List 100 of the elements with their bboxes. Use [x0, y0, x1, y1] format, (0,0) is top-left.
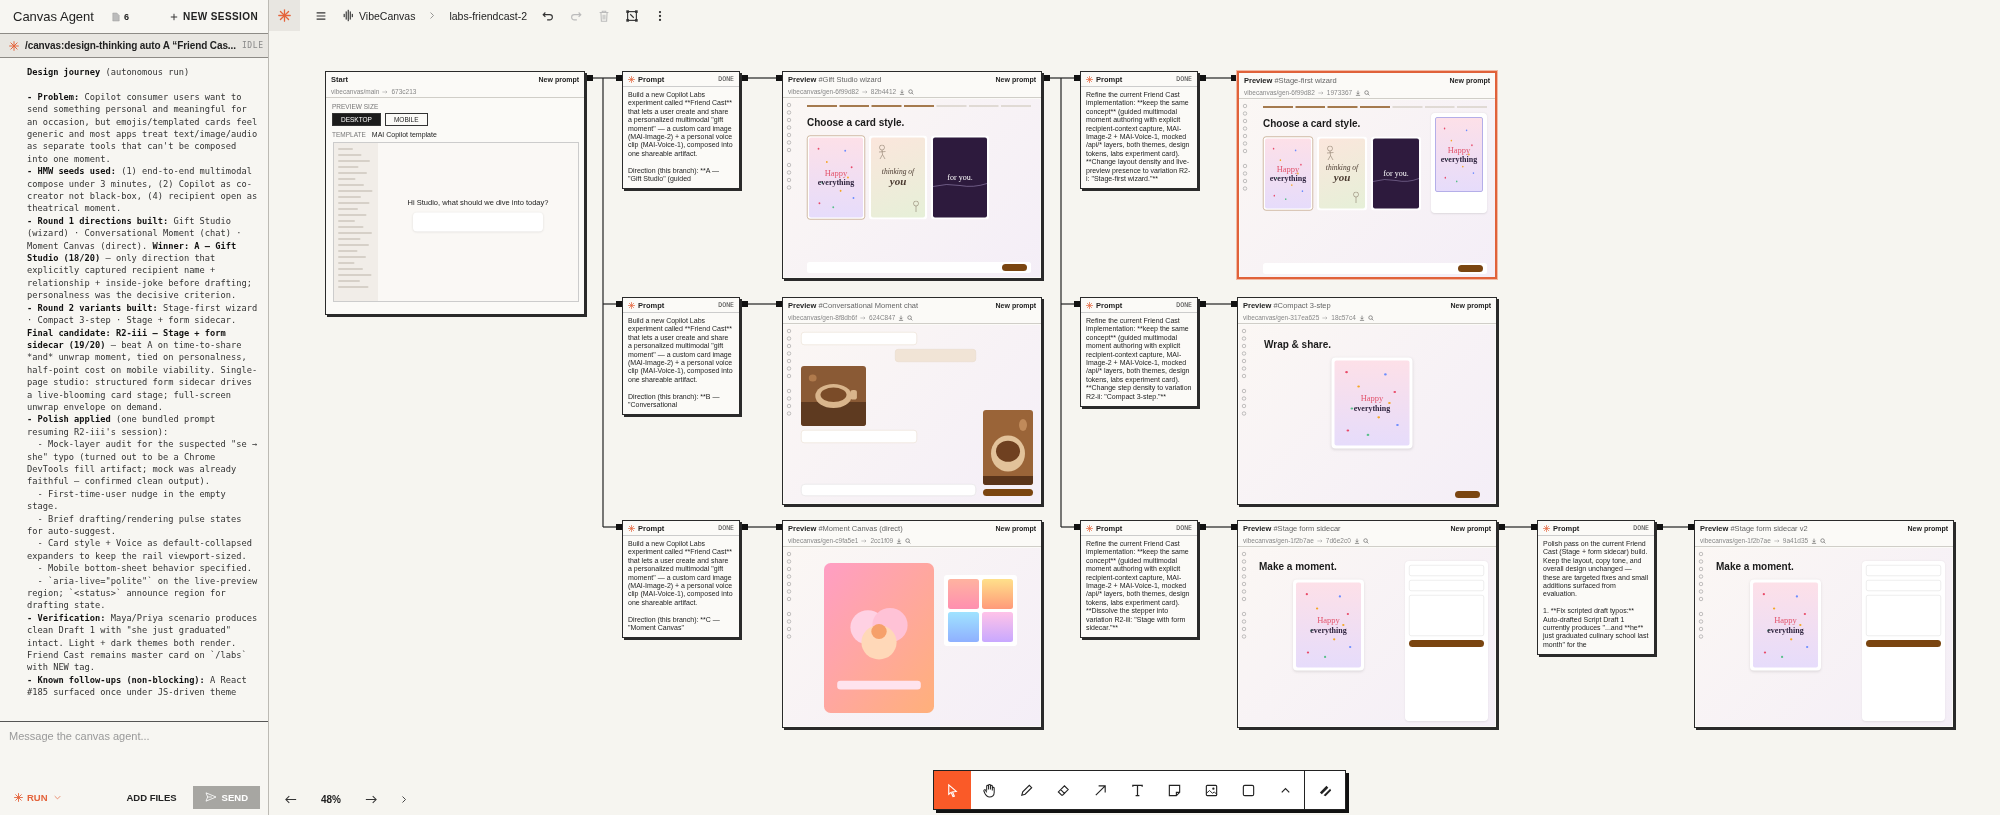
style-swatch[interactable]	[948, 579, 979, 609]
search-icon[interactable]	[1364, 89, 1371, 96]
connector-line	[1205, 303, 1232, 305]
hand-icon	[982, 782, 997, 798]
arrow-icon	[1773, 538, 1780, 543]
sparkle-icon	[628, 75, 635, 83]
zoom-level[interactable]: 48%	[321, 794, 341, 805]
sparkle-icon	[1086, 301, 1093, 309]
eraser-icon	[1056, 782, 1071, 798]
card-text: Happy	[1774, 615, 1797, 626]
text-tool-icon	[1130, 782, 1145, 798]
project-link[interactable]: VibeCanvas	[359, 9, 416, 22]
prompt-node[interactable]	[622, 520, 740, 639]
connector-line	[747, 77, 777, 79]
arrow-icon	[1316, 538, 1323, 543]
prompt-node[interactable]	[622, 297, 740, 416]
card-option[interactable]: for you.	[1371, 136, 1421, 211]
connector-line	[1205, 77, 1232, 79]
style-swatch[interactable]	[948, 612, 979, 642]
download-icon[interactable]	[899, 88, 906, 95]
download-icon[interactable]	[1811, 537, 1818, 544]
download-icon[interactable]	[1355, 89, 1362, 96]
screen-heading: Choose a card style.	[1263, 118, 1362, 130]
screen-heading: Make a moment.	[1259, 561, 1338, 573]
download-icon[interactable]	[1358, 314, 1365, 321]
search-icon[interactable]	[905, 537, 912, 544]
plus-icon	[170, 12, 179, 21]
card-text: you	[889, 175, 907, 188]
card-text: everything	[817, 177, 855, 187]
transcript-paragraph: - Brief drafting/rendering pulse states for auto-suggest.	[27, 512, 243, 538]
card-text: everything	[1310, 625, 1347, 635]
card-text: everything	[1767, 625, 1804, 635]
prompt-node[interactable]	[1080, 520, 1198, 639]
sparkle-icon	[1543, 524, 1550, 532]
transcript-paragraph: - Known follow-ups (non-blocking): A React #185 surfaced once under JS-driven theme	[27, 673, 248, 699]
app-logo-button[interactable]	[269, 0, 300, 31]
add-files-button[interactable]: ADD FILES	[126, 791, 177, 803]
style-swatch[interactable]	[982, 612, 1013, 642]
transcript-paragraph: - Round 1 directions built: Gift Studio (wizard) · Conversational Moment (chat) · Moment Canvas (direct). Winner: A — Gift Studio (18/20) — only direction that explicitly captured recipient name + relationship + inside-joke before drafting; personalness was the decisive criterion.	[27, 214, 253, 302]
screen-heading: Choose a card style.	[807, 117, 906, 129]
connector-line	[747, 526, 777, 528]
search-icon[interactable]	[907, 314, 914, 321]
transcript-paragraph: - Polish applied (one bundled prompt resuming R2-iii's session):	[27, 413, 217, 439]
arrow-right-icon[interactable]	[365, 795, 377, 804]
sparkle-icon	[278, 9, 291, 22]
bars-logo-icon	[342, 9, 355, 22]
search-icon[interactable]	[1820, 537, 1827, 544]
arrow-icon	[860, 315, 867, 320]
card-text: Happy	[1276, 164, 1300, 174]
connector-line	[1662, 526, 1689, 528]
transcript-paragraph: - First-time-user nudge in the empty stage.	[27, 487, 227, 513]
rectangle-icon	[1241, 782, 1256, 798]
download-icon[interactable]	[898, 314, 905, 321]
search-icon[interactable]	[1367, 314, 1374, 321]
sparkle-icon	[628, 301, 635, 309]
sparkle-icon	[1086, 75, 1093, 83]
copy-link-button[interactable]	[1455, 491, 1480, 498]
prompt-node[interactable]	[1537, 520, 1655, 656]
next-button[interactable]	[1458, 265, 1483, 272]
document-icon	[111, 11, 120, 22]
arrow-left-icon[interactable]	[285, 795, 297, 804]
pencil-icon	[1019, 782, 1034, 798]
sparkle-icon	[628, 524, 635, 532]
arrow-icon	[861, 538, 868, 543]
screen-heading: Make a moment.	[1716, 561, 1795, 573]
download-icon[interactable]	[1353, 537, 1360, 544]
card-option[interactable]: Happy everything	[807, 135, 865, 220]
card-option[interactable]: Happy everything	[1263, 136, 1313, 211]
wrap-share-button[interactable]	[1866, 640, 1941, 647]
frame-icon[interactable]	[625, 8, 640, 23]
connector-line	[1504, 526, 1532, 528]
session-item[interactable]: /canvas:design-thinking auto A “Friend Cas... IDLE	[0, 33, 268, 58]
prompt-node[interactable]	[1080, 71, 1198, 190]
next-button[interactable]	[1002, 264, 1027, 271]
arrow-icon	[1317, 90, 1324, 95]
card-option[interactable]: for you.	[931, 135, 989, 220]
search-icon[interactable]	[908, 88, 915, 95]
card-text: for you.	[1383, 169, 1409, 178]
card-text: everything	[1269, 173, 1307, 183]
sparkle-icon	[14, 792, 23, 802]
image-icon	[1204, 782, 1219, 798]
sparkle-icon	[1086, 524, 1093, 532]
connector-line	[1205, 526, 1232, 528]
transcript-paragraph: Final candidate: R2-iii — Stage + form sidecar (19/20) — beat A on time-to-share *and* unwrap moment, tied on personalness, half-point cost on mobile viability. Single-page studio: structured form sidecar drives a live-blooming card stage; full-screen unwrap envelope on demand.	[27, 326, 259, 414]
transcript-paragraph: - `aria-live="polite"` on the live-preview region; `<status>` announce region for drafting state.	[27, 574, 259, 612]
card-text: for you.	[947, 173, 973, 182]
connector-line	[747, 303, 777, 305]
message-field[interactable]: Message the canvas agent...	[8, 726, 260, 785]
download-icon[interactable]	[896, 537, 903, 544]
chevron-right-icon[interactable]	[401, 795, 407, 804]
file-name[interactable]: labs-friendcast-2	[449, 9, 528, 22]
search-icon[interactable]	[1362, 537, 1369, 544]
wrap-share-button[interactable]	[983, 489, 1033, 496]
new-session-button[interactable]: NEW SESSION	[170, 11, 258, 22]
wrap-share-button[interactable]	[1409, 640, 1484, 647]
style-swatch[interactable]	[982, 579, 1013, 609]
prompt-node[interactable]	[622, 71, 740, 190]
transcript-paragraph: - Verification: Maya/Priya scenario produces clean Draft 1 with "she just graduated" intact. Light + dark themes both render. Friend Cast remains master card on `/labs` with NEW tag.	[27, 611, 259, 674]
prompt-node[interactable]	[1080, 297, 1198, 408]
chevron-right-icon	[429, 11, 436, 20]
